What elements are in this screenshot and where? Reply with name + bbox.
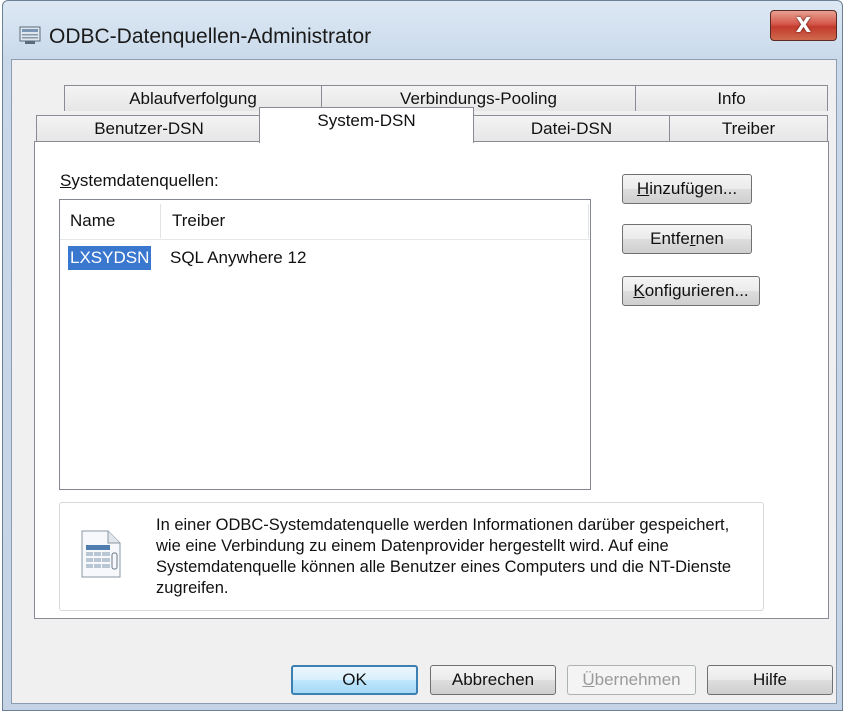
- list-header: Name Treiber: [60, 200, 590, 240]
- tab-info[interactable]: Info: [635, 85, 828, 111]
- data-source-info-icon: [81, 530, 121, 578]
- window-title: ODBC-Datenquellen-Administrator: [49, 25, 372, 48]
- column-header-driver[interactable]: Treiber: [172, 211, 225, 231]
- dsn-driver: SQL Anywhere 12: [170, 248, 307, 267]
- odbc-app-icon: [19, 26, 41, 44]
- remove-button[interactable]: Entfe r nen: [622, 224, 752, 254]
- column-header-name[interactable]: Name: [70, 211, 115, 231]
- apply-button[interactable]: Übernehmen: [567, 665, 696, 695]
- close-button[interactable]: X: [770, 10, 837, 41]
- column-divider[interactable]: [160, 204, 161, 238]
- system-dsn-list[interactable]: Name Treiber LXSYDSN SQL Anywhere 12: [59, 199, 591, 490]
- help-button[interactable]: Hilfe: [707, 665, 833, 695]
- add-button[interactable]: Hinzufügen...: [622, 174, 752, 204]
- column-divider[interactable]: [588, 204, 589, 238]
- info-text: In einer ODBC-Systemdatenquelle werden I…: [156, 516, 732, 597]
- tab-treiber[interactable]: Treiber: [669, 115, 828, 141]
- info-panel: In einer ODBC-Systemdatenquelle werden I…: [59, 502, 764, 611]
- ok-button[interactable]: OK: [291, 665, 418, 695]
- dsn-name[interactable]: LXSYDSN: [68, 246, 152, 270]
- system-data-sources-label: Systemdatenquellen:: [60, 171, 219, 190]
- title-bar[interactable]: ODBC-Datenquellen-Administrator X: [3, 1, 842, 61]
- tab-benutzer-dsn[interactable]: Benutzer-DSN: [36, 115, 262, 141]
- cancel-button[interactable]: Abbrechen: [430, 665, 556, 695]
- close-icon: X: [795, 13, 812, 37]
- tab-system-dsn[interactable]: System-DSN: [259, 107, 474, 143]
- tab-datei-dsn[interactable]: Datei-DSN: [473, 115, 670, 141]
- configure-button[interactable]: Konfigurieren...: [622, 276, 760, 306]
